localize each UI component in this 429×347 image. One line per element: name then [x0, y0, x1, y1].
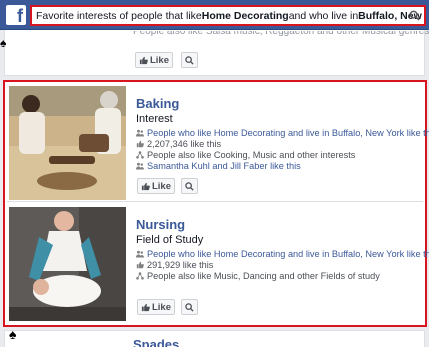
like-label: Like: [149, 54, 169, 66]
spade-icon: ♠: [0, 36, 7, 50]
result-details: People who like Home Decorating and live…: [136, 127, 429, 171]
detail-text[interactable]: People who like Home Decorating and live…: [147, 128, 429, 138]
people-icon: [136, 162, 144, 169]
thumbs-up-icon: [139, 56, 148, 64]
detail-line: People who like Home Decorating and live…: [136, 248, 429, 259]
like-button[interactable]: Like: [135, 52, 173, 68]
detail-text[interactable]: Samantha Kuhl and Jill Faber like this: [147, 161, 301, 171]
previous-result-card: People also like Salsa music, Reggaeton …: [4, 30, 429, 76]
detail-line: Samantha Kuhl and Jill Faber like this: [136, 160, 429, 171]
previous-card-text: People also like Salsa music, Reggaeton …: [133, 31, 429, 37]
search-similar-button[interactable]: [181, 52, 198, 68]
thumbs-up-icon: [141, 303, 150, 311]
detail-text[interactable]: People who like Home Decorating and live…: [147, 249, 429, 259]
magnifier-icon: [185, 302, 194, 312]
like-button[interactable]: Like: [137, 178, 175, 194]
result-title[interactable]: Nursing: [136, 217, 185, 232]
like-button[interactable]: Like: [137, 299, 175, 315]
detail-text: People also like Music, Dancing and othe…: [147, 270, 380, 281]
highlighted-results: Baking Interest People who like Home Dec…: [3, 80, 429, 327]
people-icon: [136, 129, 144, 136]
result-category: Field of Study: [136, 234, 204, 246]
like-label: Like: [151, 301, 171, 313]
search-input[interactable]: Favorite interests of people that like H…: [30, 5, 426, 26]
search-similar-button[interactable]: [181, 299, 198, 315]
network-icon: [136, 271, 144, 280]
search-icon[interactable]: [409, 10, 420, 21]
detail-line: People also like Cooking, Music and othe…: [136, 149, 429, 160]
facebook-logo[interactable]: f: [6, 5, 26, 26]
detail-text: 2,207,346 like this: [147, 138, 222, 149]
detail-line: People who like Home Decorating and live…: [136, 127, 429, 138]
people-icon: [136, 250, 144, 257]
search-query-part-1: Favorite interests of people that like: [36, 9, 202, 22]
magnifier-icon: [185, 181, 194, 191]
top-bar: f Favorite interests of people that like…: [0, 0, 429, 30]
next-result-title[interactable]: Spades: [133, 337, 179, 347]
search-similar-button[interactable]: [181, 178, 198, 194]
baking-photo[interactable]: [9, 86, 126, 200]
thumbs-up-icon: [136, 261, 144, 268]
like-label: Like: [151, 180, 171, 192]
thumbs-up-icon: [141, 182, 150, 190]
result-title[interactable]: Baking: [136, 96, 179, 111]
next-result-card: [4, 330, 425, 347]
thumbs-up-icon: [136, 140, 144, 147]
spade-icon: ♠: [9, 326, 17, 342]
detail-text: 291,929 like this: [147, 259, 214, 270]
network-icon: [136, 150, 144, 159]
search-query-part-3: and who live in: [288, 9, 359, 22]
result-category: Interest: [136, 113, 173, 125]
nursing-photo[interactable]: [9, 207, 126, 321]
detail-line: 291,929 like this: [136, 259, 429, 270]
search-query-part-2: Home Decorating: [201, 9, 289, 22]
detail-line: 2,207,346 like this: [136, 138, 429, 149]
result-card-nursing: Nursing Field of Study People who like H…: [7, 205, 429, 323]
result-card-baking: Baking Interest People who like Home Dec…: [7, 84, 429, 202]
detail-text: People also like Cooking, Music and othe…: [147, 149, 356, 160]
magnifier-icon: [185, 55, 194, 65]
result-details: People who like Home Decorating and live…: [136, 248, 429, 281]
detail-line: People also like Music, Dancing and othe…: [136, 270, 429, 281]
